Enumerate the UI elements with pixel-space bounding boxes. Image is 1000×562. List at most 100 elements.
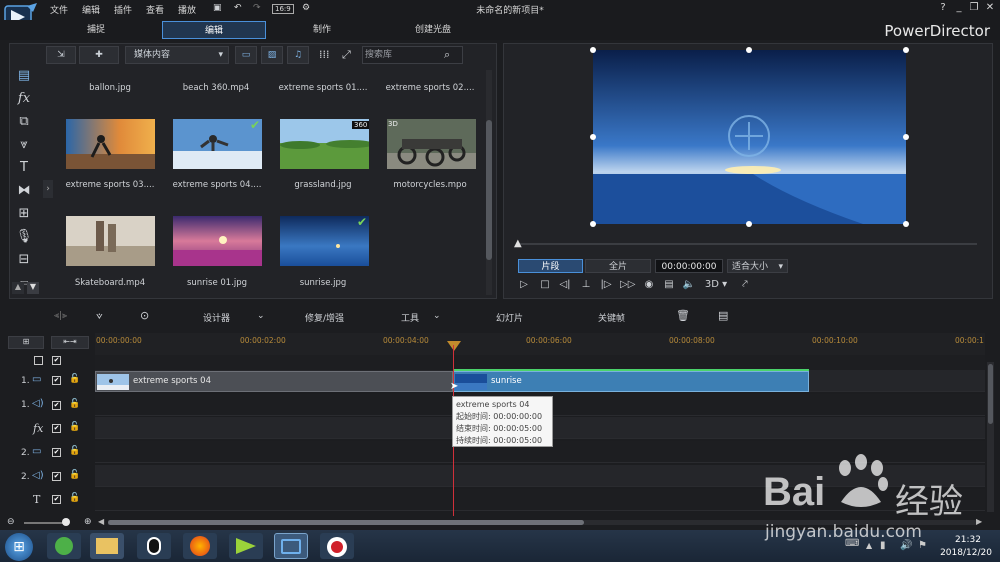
lock-icon[interactable]: 🔓 [69,470,80,480]
fast-forward-icon[interactable]: ▷▷ [620,278,635,292]
menu-playback[interactable]: 播放 [178,3,196,16]
lock-icon[interactable]: 🔓 [69,374,80,384]
fit-timeline-icon[interactable]: ⇤⇥ [51,336,89,349]
library-item-label[interactable]: ballon.jpg [55,83,165,93]
tab-edit[interactable]: 编辑 [162,21,266,39]
scroll-left-icon[interactable]: ◀ [98,517,104,526]
library-item-label[interactable]: extreme sports 03.... [55,180,165,190]
chevron-down-icon[interactable]: ⌄ [257,311,265,321]
video-app-icon[interactable] [229,533,263,559]
restore-button[interactable]: ❐ [967,2,981,16]
resize-handle[interactable] [903,221,909,227]
library-item-label[interactable]: extreme sports 02.... [375,83,485,93]
menu-plugins[interactable]: 插件 [114,3,132,16]
resize-handle[interactable] [903,134,909,140]
scrollbar-thumb[interactable] [988,364,993,424]
save-icon[interactable]: ▣ [213,3,222,13]
scroll-up-icon[interactable]: ▲ [12,282,24,294]
menu-edit[interactable]: 编辑 [82,3,100,16]
scrollbar-thumb[interactable] [486,120,492,260]
zoom-in-icon[interactable]: ⊕ [84,517,92,527]
minimize-button[interactable]: _ [952,2,966,16]
resize-handle[interactable] [746,47,752,53]
fix-enhance-button[interactable]: 修复/增强 [305,311,344,324]
audio-filter-icon[interactable]: ♫ [287,46,309,64]
scroll-down-icon[interactable]: ▼ [27,282,39,294]
fullscreen-icon[interactable]: ⤢ [342,48,351,62]
track-checkbox[interactable]: ✔ [52,401,61,410]
media-room-icon[interactable]: ▤ [14,66,34,86]
firefox-icon[interactable] [183,533,217,559]
pip-icon[interactable]: ⧉ [14,112,34,132]
3d-mode-button[interactable]: 3D ▾ [704,278,728,292]
track-checkbox[interactable]: ✔ [52,424,61,433]
lock-icon[interactable]: 🔓 [69,493,80,503]
track-manager-icon[interactable]: ⊞ [8,336,44,349]
track-checkbox[interactable]: ✔ [52,448,61,457]
start-button-icon[interactable]: ⊞ [5,533,33,561]
menu-file[interactable]: 文件 [50,3,68,16]
preview-image[interactable] [593,50,906,224]
slideshow-button[interactable]: 幻灯片 [496,311,523,324]
thumbnail-extreme-sports-04[interactable] [173,119,262,169]
thumbnail-sunrise[interactable] [280,216,369,266]
library-item-label[interactable]: motorcycles.mpo [375,180,485,190]
tools-button[interactable]: 工具 [401,311,419,324]
library-item-label[interactable]: extreme sports 01.... [268,83,378,93]
undock-preview-icon[interactable]: ⤤ [738,278,752,292]
track-checkbox[interactable]: ✔ [52,356,61,365]
timeline-clip[interactable]: sunrise [453,371,809,392]
timeline-clip[interactable]: extreme sports 04 [95,371,453,392]
chapter-icon[interactable]: ⊟ [14,250,34,270]
library-item-label[interactable]: Skateboard.mp4 [55,278,165,288]
aspect-ratio-icon[interactable]: 16:9 [272,4,294,14]
library-scrollbar[interactable] [486,70,492,295]
next-frame-icon[interactable]: |▷ [599,278,613,292]
library-item-label[interactable]: grassland.jpg [268,180,378,190]
tab-movie[interactable]: 全片 [585,259,651,273]
thumbnail-sunrise-01[interactable] [173,216,262,266]
zoom-dropdown[interactable]: 适合大小 ▾ [727,259,788,273]
delete-trash-icon[interactable]: 🗑 [676,309,690,322]
preview-scrubber[interactable] [517,243,977,245]
audio-mix-icon[interactable]: ⊞ [14,204,34,224]
close-button[interactable]: ✕ [983,2,997,16]
track-checkbox[interactable]: ✔ [52,472,61,481]
redo-icon[interactable]: ↷ [253,3,261,13]
media-content-dropdown[interactable]: 媒体内容 ▾ [125,46,229,64]
more-options-icon[interactable]: ⊙ [140,309,149,322]
lock-icon[interactable]: 🔓 [69,399,80,409]
taskbar-app-icon[interactable] [47,533,81,559]
recorder-icon[interactable] [320,533,354,559]
play-icon[interactable]: ▷ [517,278,531,292]
undo-icon[interactable]: ↶ [234,3,242,13]
help-button[interactable]: ? [936,2,950,16]
resize-handle[interactable] [590,134,596,140]
image-filter-icon[interactable]: ▨ [261,46,283,64]
keyframe-button[interactable]: 关键帧 [598,311,625,324]
file-explorer-icon[interactable] [90,533,124,559]
voice-over-icon[interactable]: 🎙 [14,227,34,247]
track-checkbox[interactable]: ✔ [52,376,61,385]
fx-icon[interactable]: fx [14,89,34,109]
lock-icon[interactable]: 🔓 [69,446,80,456]
timecode-display[interactable]: 00:00:00:00 [655,259,723,273]
zoom-out-icon[interactable]: ⊖ [7,517,15,527]
thumbnail-skateboard[interactable] [66,216,155,266]
previous-frame-icon[interactable]: ◁| [558,278,572,292]
search-icon[interactable]: ⌕ [444,48,450,62]
volume-icon[interactable]: 🔈 [682,278,696,292]
snapshot-icon[interactable]: ◉ [642,278,656,292]
settings-gear-icon[interactable]: ⚙ [302,3,310,13]
resize-handle[interactable] [746,221,752,227]
resize-handle[interactable] [590,47,596,53]
tab-create-disc[interactable]: 创建光盘 [380,21,486,39]
transition-icon[interactable]: ⧓ [14,181,34,201]
import-media-icon[interactable]: ⇲ [46,46,76,64]
track-checkbox[interactable]: ✔ [52,495,61,504]
powerdirector-taskbar-icon[interactable] [274,533,308,559]
tab-capture[interactable]: 捕捉 [46,21,146,39]
expand-panel-icon[interactable]: › [43,180,53,198]
split-icon[interactable]: ⊥ [579,278,593,292]
library-item-label[interactable]: extreme sports 04.... [162,180,272,190]
